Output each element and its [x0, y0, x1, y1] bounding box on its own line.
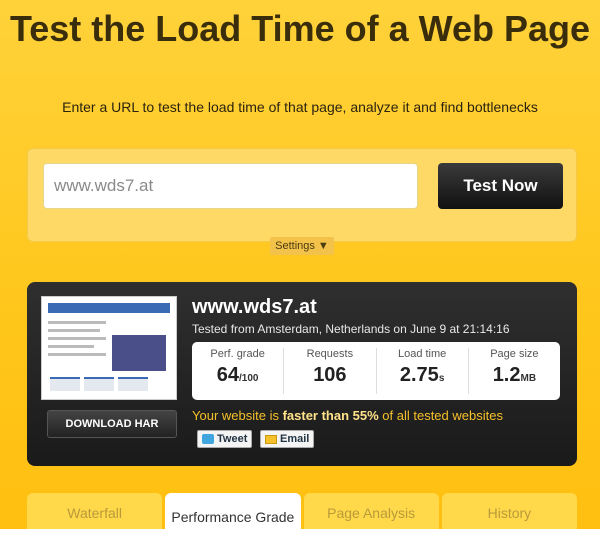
stats-box: Perf. grade 64/100 Requests 106 Load tim…	[192, 342, 560, 400]
test-now-button[interactable]: Test Now	[438, 163, 563, 209]
test-location-time: Tested from Amsterdam, Netherlands on Ju…	[192, 322, 510, 336]
stat-page-size: Page size 1.2MB	[469, 348, 560, 394]
stat-value: 1.2MB	[492, 364, 537, 386]
settings-label: Settings	[275, 240, 315, 252]
page-subtitle: Enter a URL to test the load time of tha…	[62, 99, 538, 115]
email-button[interactable]: Email	[260, 430, 315, 448]
url-input[interactable]	[43, 163, 418, 209]
result-panel: DOWNLOAD HAR www.wds7.at Tested from Ams…	[27, 282, 577, 466]
test-form: Test Now Settings ▼	[27, 148, 577, 255]
page-title: Test the Load Time of a Web Page	[9, 8, 591, 49]
content-area	[0, 529, 600, 541]
twitter-bird-icon	[202, 434, 214, 444]
stat-value: 106	[313, 364, 347, 386]
tab-waterfall[interactable]: Waterfall	[27, 493, 163, 533]
stat-label: Perf. grade	[210, 348, 265, 360]
stat-label: Requests	[306, 348, 354, 360]
download-har-button[interactable]: DOWNLOAD HAR	[47, 410, 177, 438]
page-screenshot-thumbnail	[41, 296, 177, 400]
envelope-icon	[265, 434, 277, 444]
stat-label: Load time	[397, 348, 447, 360]
stat-value: 64/100	[216, 364, 259, 386]
comparison-text: Your website is faster than 55% of all t…	[192, 408, 503, 423]
stat-value: 2.75s	[399, 364, 445, 386]
tested-site-url[interactable]: www.wds7.at	[192, 296, 317, 319]
tweet-button[interactable]: Tweet	[197, 430, 253, 448]
stat-perf-grade: Perf. grade 64/100	[192, 348, 285, 394]
tab-page-analysis[interactable]: Page Analysis	[303, 493, 439, 533]
stat-label: Page size	[490, 348, 539, 360]
caret-down-icon: ▼	[317, 240, 329, 252]
tab-history[interactable]: History	[441, 493, 577, 533]
stat-load-time: Load time 2.75s	[377, 348, 469, 394]
settings-toggle[interactable]: Settings ▼	[270, 237, 334, 255]
stat-requests: Requests 106	[284, 348, 377, 394]
